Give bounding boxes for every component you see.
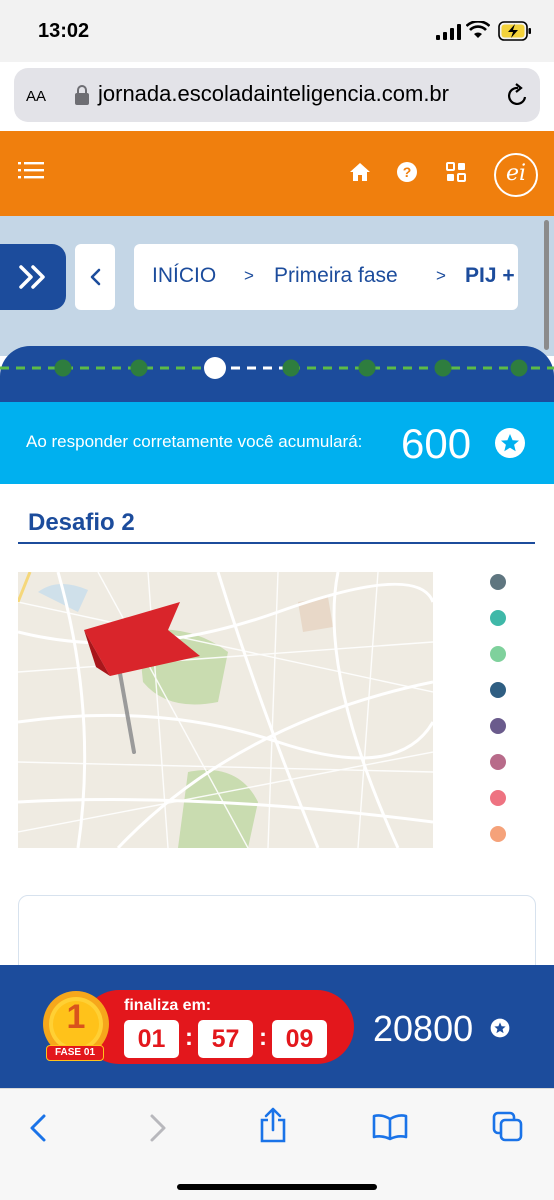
progress-step	[358, 359, 376, 377]
points-label: Ao responder corretamente você acumulará…	[26, 432, 363, 451]
tabs-icon[interactable]	[492, 1111, 524, 1143]
phase-number: 1	[66, 998, 86, 1036]
back-icon[interactable]	[28, 1113, 48, 1143]
breadcrumb-back-button[interactable]	[75, 244, 115, 310]
expand-sidebar-button[interactable]	[0, 244, 66, 310]
breadcrumb-item-current: PIJ +	[465, 264, 515, 287]
progress-step	[510, 359, 528, 377]
progress-step	[282, 359, 300, 377]
timer-colon: :	[185, 1024, 193, 1051]
battery-charging-icon	[498, 21, 531, 41]
status-bar: 13:02	[0, 0, 554, 62]
color-dot[interactable]	[490, 574, 506, 590]
star-icon	[495, 428, 525, 458]
progress-track	[0, 357, 554, 379]
color-dot[interactable]	[490, 682, 506, 698]
progress-band	[0, 346, 554, 406]
phase-label: FASE 01	[46, 1045, 104, 1061]
color-dot[interactable]	[490, 718, 506, 734]
color-dot[interactable]	[490, 826, 506, 842]
address-bar[interactable]: AA jornada.escoladainteligencia.com.br	[14, 68, 540, 122]
share-icon[interactable]	[258, 1107, 288, 1143]
progress-step	[434, 359, 452, 377]
svg-text:?: ?	[403, 164, 412, 180]
text-size-button[interactable]: AA	[26, 84, 46, 107]
home-indicator	[177, 1184, 377, 1190]
app-logo[interactable]: ei	[494, 153, 538, 197]
menu-icon[interactable]	[18, 160, 44, 184]
scrollbar-thumb[interactable]	[544, 220, 549, 350]
progress-step	[130, 359, 148, 377]
color-dot[interactable]	[490, 610, 506, 626]
status-time: 13:02	[38, 20, 90, 42]
breadcrumb-item-primeira-fase[interactable]: Primeira fase	[274, 264, 398, 288]
grid-icon[interactable]	[446, 162, 466, 182]
breadcrumb-item-inicio[interactable]: INÍCIO	[152, 264, 216, 288]
color-dot[interactable]	[490, 646, 506, 662]
wifi-icon	[466, 21, 490, 38]
total-score: 20800	[373, 1008, 474, 1049]
url-text[interactable]: jornada.escoladainteligencia.com.br	[98, 81, 449, 107]
progress-step-current	[204, 357, 226, 379]
timer-colon: :	[259, 1024, 267, 1051]
chevron-left-icon	[90, 268, 101, 286]
star-icon	[490, 1018, 510, 1038]
lock-icon	[75, 85, 89, 105]
breadcrumb-separator: >	[244, 266, 254, 285]
help-icon[interactable]: ?	[396, 161, 418, 183]
timer-seconds: 09	[272, 1020, 327, 1058]
breadcrumb: INÍCIO > Primeira fase > PIJ +	[134, 244, 518, 310]
forward-icon[interactable]	[148, 1113, 168, 1143]
double-chevron-right-icon	[19, 265, 45, 289]
color-dot[interactable]	[490, 790, 506, 806]
timer-label: finaliza em:	[124, 997, 212, 1014]
progress-step	[54, 359, 72, 377]
color-dot[interactable]	[490, 754, 506, 770]
timer-hours: 01	[124, 1020, 179, 1058]
reload-icon[interactable]	[506, 82, 530, 108]
map-image	[18, 572, 433, 848]
points-banner: Ao responder corretamente você acumulará…	[0, 402, 554, 484]
signal-icon	[436, 24, 461, 40]
divider	[18, 542, 535, 544]
text-size-label: AA	[26, 88, 47, 105]
challenge-title: Desafio 2	[28, 509, 135, 536]
home-icon[interactable]	[349, 161, 371, 183]
app-header: ? ei	[0, 131, 554, 216]
breadcrumb-separator: >	[436, 266, 446, 285]
bookmarks-icon[interactable]	[372, 1113, 408, 1141]
points-value: 600	[401, 420, 472, 467]
timer-minutes: 57	[198, 1020, 253, 1058]
